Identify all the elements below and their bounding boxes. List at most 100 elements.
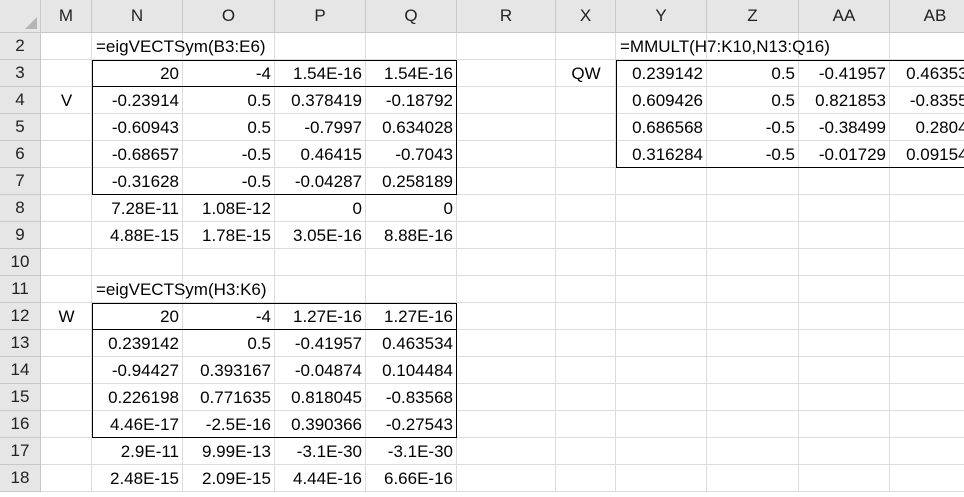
cell-y10[interactable] <box>616 249 707 276</box>
cell-x8[interactable] <box>556 195 616 222</box>
cell-ab18[interactable] <box>890 465 964 492</box>
cell-aa9[interactable] <box>799 222 890 249</box>
cell-y15[interactable] <box>616 384 707 411</box>
cell-m16[interactable] <box>41 411 92 438</box>
cell-z9[interactable] <box>707 222 799 249</box>
column-header-m[interactable]: M <box>41 0 92 33</box>
cell-z14[interactable] <box>707 357 799 384</box>
cell-y12[interactable] <box>616 303 707 330</box>
column-header-x[interactable]: X <box>556 0 616 33</box>
cell-q10[interactable] <box>366 249 457 276</box>
cell-m2[interactable] <box>41 33 92 60</box>
cell-aa11[interactable] <box>799 276 890 303</box>
cell-m7[interactable] <box>41 168 92 195</box>
cell-ab11[interactable] <box>890 276 964 303</box>
cell-r16[interactable] <box>457 411 556 438</box>
cell-x10[interactable] <box>556 249 616 276</box>
cell-r6[interactable] <box>457 141 556 168</box>
cell-r5[interactable] <box>457 114 556 141</box>
cell-z12[interactable] <box>707 303 799 330</box>
cell-r15[interactable] <box>457 384 556 411</box>
column-header-q[interactable]: Q <box>366 0 457 33</box>
cell-r4[interactable] <box>457 87 556 114</box>
cell-m3[interactable] <box>41 60 92 87</box>
cell-aa14[interactable] <box>799 357 890 384</box>
select-all-corner[interactable] <box>0 0 41 33</box>
cell-ab9[interactable] <box>890 222 964 249</box>
column-header-n[interactable]: N <box>92 0 183 33</box>
cell-ab15[interactable] <box>890 384 964 411</box>
cell-x9[interactable] <box>556 222 616 249</box>
cell-aa10[interactable] <box>799 249 890 276</box>
cell-m14[interactable] <box>41 357 92 384</box>
cell-aa17[interactable] <box>799 438 890 465</box>
spreadsheet-grid[interactable]: M N O P Q R X Y Z AA AB 2 3 4 5 6 7 8 9 10 11 12 13 14 15 16 17 18 =… <box>0 0 964 497</box>
cell-ab12[interactable] <box>890 303 964 330</box>
column-header-o[interactable]: O <box>183 0 275 33</box>
cell-q2[interactable] <box>366 33 457 60</box>
cell-z15[interactable] <box>707 384 799 411</box>
cell-r10[interactable] <box>457 249 556 276</box>
row-header-6[interactable]: 6 <box>0 141 41 168</box>
cell-ab7[interactable] <box>890 168 964 195</box>
cell-r8[interactable] <box>457 195 556 222</box>
cell-y18[interactable] <box>616 465 707 492</box>
cell-y11[interactable] <box>616 276 707 303</box>
cell-x18[interactable] <box>556 465 616 492</box>
column-header-ab[interactable]: AB <box>890 0 964 33</box>
cell-aa16[interactable] <box>799 411 890 438</box>
cell-y13[interactable] <box>616 330 707 357</box>
row-header-14[interactable]: 14 <box>0 357 41 384</box>
cell-m10[interactable] <box>41 249 92 276</box>
cell-z18[interactable] <box>707 465 799 492</box>
cell-aa7[interactable] <box>799 168 890 195</box>
cell-p10[interactable] <box>275 249 366 276</box>
cell-x5[interactable] <box>556 114 616 141</box>
column-header-z[interactable]: Z <box>707 0 799 33</box>
row-header-17[interactable]: 17 <box>0 438 41 465</box>
cell-r7[interactable] <box>457 168 556 195</box>
cell-aa13[interactable] <box>799 330 890 357</box>
cell-aa18[interactable] <box>799 465 890 492</box>
cell-ab13[interactable] <box>890 330 964 357</box>
cell-ab8[interactable] <box>890 195 964 222</box>
row-header-3[interactable]: 3 <box>0 60 41 87</box>
row-header-9[interactable]: 9 <box>0 222 41 249</box>
cell-y8[interactable] <box>616 195 707 222</box>
column-header-r[interactable]: R <box>457 0 556 33</box>
cell-x15[interactable] <box>556 384 616 411</box>
row-header-10[interactable]: 10 <box>0 249 41 276</box>
cell-n10[interactable] <box>92 249 183 276</box>
cell-m6[interactable] <box>41 141 92 168</box>
cell-ab2[interactable] <box>890 33 964 60</box>
cell-x13[interactable] <box>556 330 616 357</box>
cell-m8[interactable] <box>41 195 92 222</box>
cell-r3[interactable] <box>457 60 556 87</box>
cell-r9[interactable] <box>457 222 556 249</box>
cell-m15[interactable] <box>41 384 92 411</box>
cell-x4[interactable] <box>556 87 616 114</box>
cell-x16[interactable] <box>556 411 616 438</box>
row-header-11[interactable]: 11 <box>0 276 41 303</box>
cell-m18[interactable] <box>41 465 92 492</box>
row-header-7[interactable]: 7 <box>0 168 41 195</box>
cell-x14[interactable] <box>556 357 616 384</box>
row-header-4[interactable]: 4 <box>0 87 41 114</box>
cell-ab14[interactable] <box>890 357 964 384</box>
cell-ab16[interactable] <box>890 411 964 438</box>
cell-r14[interactable] <box>457 357 556 384</box>
row-header-16[interactable]: 16 <box>0 411 41 438</box>
cell-ab10[interactable] <box>890 249 964 276</box>
cell-q11[interactable] <box>366 276 457 303</box>
row-header-13[interactable]: 13 <box>0 330 41 357</box>
cell-z11[interactable] <box>707 276 799 303</box>
cell-r18[interactable] <box>457 465 556 492</box>
cell-r17[interactable] <box>457 438 556 465</box>
cell-x12[interactable] <box>556 303 616 330</box>
cell-x17[interactable] <box>556 438 616 465</box>
cell-aa8[interactable] <box>799 195 890 222</box>
row-header-18[interactable]: 18 <box>0 465 41 492</box>
cell-y17[interactable] <box>616 438 707 465</box>
cell-z17[interactable] <box>707 438 799 465</box>
cell-y14[interactable] <box>616 357 707 384</box>
